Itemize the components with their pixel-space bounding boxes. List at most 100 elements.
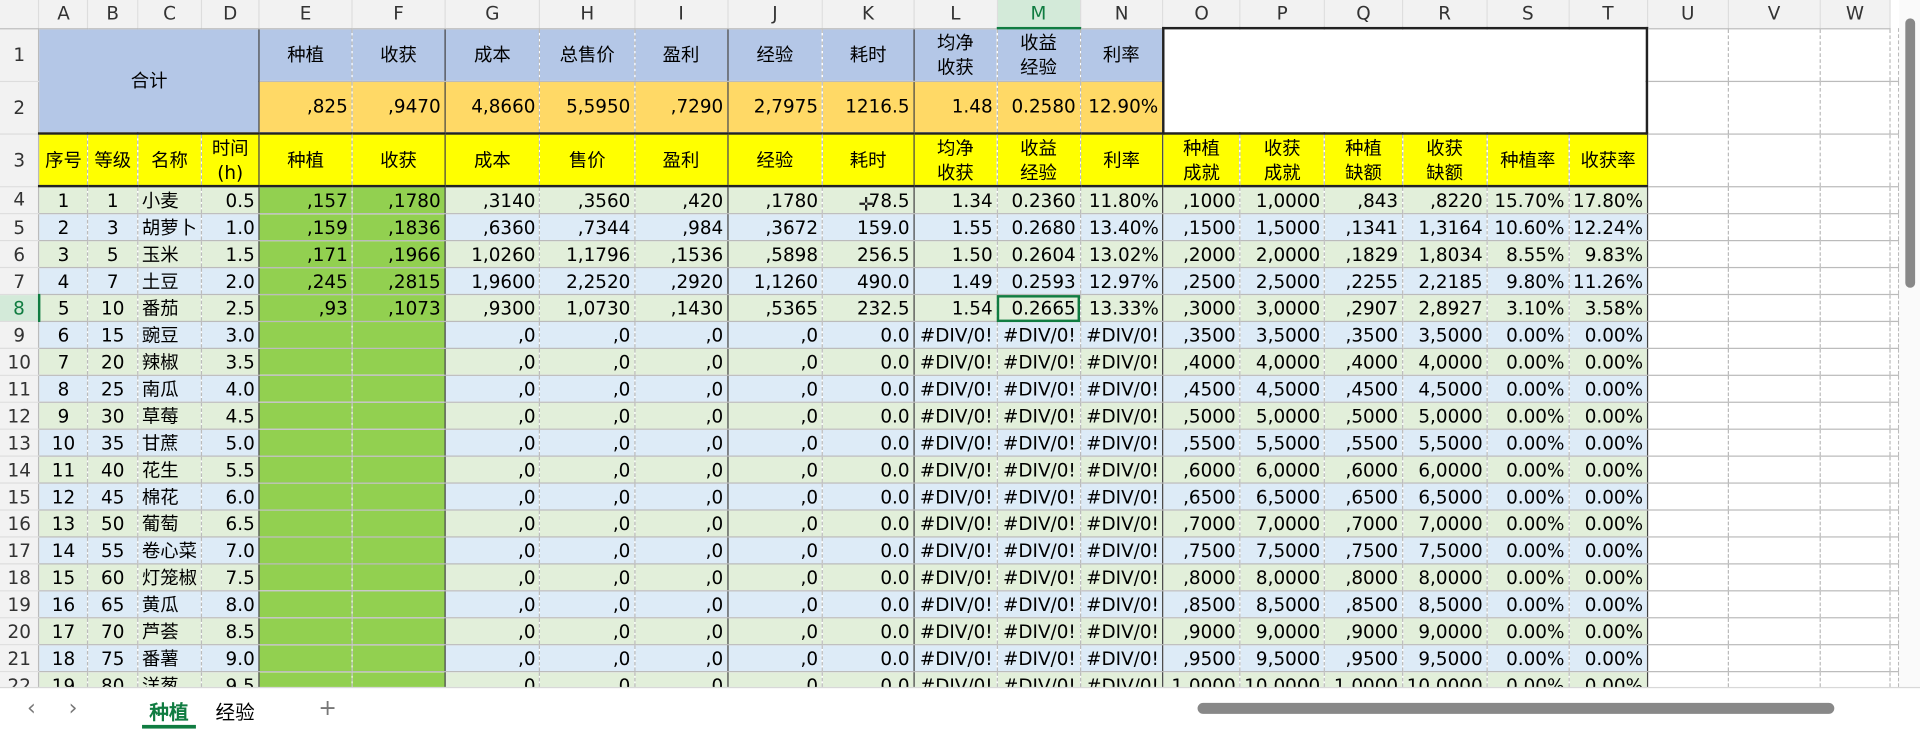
cell-T13[interactable]: 0.00%: [1568, 429, 1648, 457]
summary-value-8[interactable]: 0.2580: [996, 80, 1081, 135]
cell-L11[interactable]: #DIV/0!: [913, 375, 998, 403]
cell-K9[interactable]: 0.0: [822, 321, 915, 349]
cell-S6[interactable]: 8.55%: [1486, 240, 1570, 269]
cell-L8[interactable]: 1.54: [913, 294, 998, 323]
cell-H17[interactable]: ,0: [539, 536, 636, 565]
empty-cell[interactable]: [1820, 28, 1891, 82]
cell-N22[interactable]: #DIV/0!: [1080, 671, 1164, 687]
empty-cell[interactable]: [1728, 563, 1821, 592]
row-header-1[interactable]: 1: [0, 28, 40, 82]
empty-cell[interactable]: [1890, 133, 1900, 187]
empty-cell[interactable]: [1728, 644, 1821, 673]
cell-H6[interactable]: 1,1796: [539, 240, 636, 269]
empty-cell[interactable]: [1647, 375, 1729, 403]
empty-cell[interactable]: [1647, 213, 1729, 242]
next-sheet-icon[interactable]: ›: [69, 696, 78, 722]
cell-Q17[interactable]: ,7500: [1324, 536, 1404, 565]
cell-T15[interactable]: 0.00%: [1568, 483, 1648, 511]
cell-T11[interactable]: 0.00%: [1568, 375, 1648, 403]
cell-S14[interactable]: 0.00%: [1486, 456, 1570, 484]
cell-E12[interactable]: [259, 402, 353, 430]
row-header[interactable]: 4: [0, 186, 40, 215]
cell-R6[interactable]: 1,8034: [1402, 240, 1488, 269]
cell-O6[interactable]: ,2000: [1163, 240, 1241, 269]
header-cell-5[interactable]: 收获: [352, 133, 446, 188]
cell-A21[interactable]: 18: [39, 644, 89, 673]
cell-A19[interactable]: 16: [39, 590, 89, 619]
select-all-corner[interactable]: [0, 0, 40, 29]
cell-K18[interactable]: 0.0: [822, 563, 915, 592]
cell-F5[interactable]: ,1836: [352, 213, 446, 242]
empty-cell[interactable]: [1728, 294, 1821, 323]
cell-K11[interactable]: 0.0: [822, 375, 915, 403]
empty-cell[interactable]: [1890, 429, 1900, 457]
header-cell-16[interactable]: 种植 缺额: [1324, 133, 1404, 188]
cell-S8[interactable]: 3.10%: [1486, 294, 1570, 323]
cell-O10[interactable]: ,4000: [1163, 348, 1241, 376]
empty-cell[interactable]: [1890, 80, 1900, 135]
cell-A8[interactable]: 5: [39, 294, 89, 323]
row-header[interactable]: 14: [0, 456, 40, 484]
cell-Q18[interactable]: ,8000: [1324, 563, 1404, 592]
empty-cell[interactable]: [1647, 186, 1729, 215]
cell-T8[interactable]: 3.58%: [1568, 294, 1648, 323]
empty-cell[interactable]: [1647, 28, 1729, 82]
cell-T16[interactable]: 0.00%: [1568, 510, 1648, 538]
empty-cell[interactable]: [1728, 348, 1821, 376]
cell-E18[interactable]: [259, 563, 353, 592]
cell-Q8[interactable]: ,2907: [1324, 294, 1404, 323]
empty-cell[interactable]: [1647, 671, 1729, 687]
cell-F15[interactable]: [352, 483, 446, 511]
cell-G7[interactable]: 1,9600: [444, 267, 541, 296]
cell-N4[interactable]: 11.80%: [1080, 186, 1164, 215]
empty-cell[interactable]: [1820, 186, 1891, 215]
summary-header-4[interactable]: 盈利: [634, 28, 729, 82]
column-header-Q[interactable]: Q: [1324, 0, 1404, 29]
cell-B18[interactable]: 60: [87, 563, 139, 592]
cell-I14[interactable]: ,0: [634, 456, 729, 484]
empty-cell[interactable]: [1820, 671, 1891, 687]
column-header-G[interactable]: G: [444, 0, 541, 29]
cell-T10[interactable]: 0.00%: [1568, 348, 1648, 376]
cell-G22[interactable]: ,0: [444, 671, 541, 687]
cell-I6[interactable]: ,1536: [634, 240, 729, 269]
empty-cell[interactable]: [1647, 536, 1729, 565]
cell-L7[interactable]: 1.49: [913, 267, 998, 296]
cell-L6[interactable]: 1.50: [913, 240, 998, 269]
cell-P16[interactable]: 7,0000: [1239, 510, 1326, 538]
row-header[interactable]: 9: [0, 321, 40, 349]
cell-K21[interactable]: 0.0: [822, 644, 915, 673]
cell-J10[interactable]: ,0: [727, 348, 823, 376]
cell-R7[interactable]: 2,2185: [1402, 267, 1488, 296]
cell-C9[interactable]: 豌豆: [137, 321, 202, 349]
cell-D8[interactable]: 2.5: [201, 294, 260, 323]
cell-M20[interactable]: #DIV/0!: [996, 617, 1081, 646]
cell-S7[interactable]: 9.80%: [1486, 267, 1570, 296]
cell-E15[interactable]: [259, 483, 353, 511]
column-header-S[interactable]: S: [1486, 0, 1570, 29]
cell-J11[interactable]: ,0: [727, 375, 823, 403]
row-header[interactable]: 13: [0, 429, 40, 457]
column-header-B[interactable]: B: [87, 0, 139, 29]
empty-cell[interactable]: [1890, 536, 1900, 565]
cell-I13[interactable]: ,0: [634, 429, 729, 457]
cell-S10[interactable]: 0.00%: [1486, 348, 1570, 376]
cell-D18[interactable]: 7.5: [201, 563, 260, 592]
cell-G12[interactable]: ,0: [444, 402, 541, 430]
cell-F22[interactable]: [352, 671, 446, 687]
cell-F19[interactable]: [352, 590, 446, 619]
cell-N13[interactable]: #DIV/0!: [1080, 429, 1164, 457]
empty-cell[interactable]: [1890, 590, 1900, 619]
cell-D20[interactable]: 8.5: [201, 617, 260, 646]
empty-cell[interactable]: [1820, 617, 1891, 646]
column-header-N[interactable]: N: [1080, 0, 1164, 29]
cell-D7[interactable]: 2.0: [201, 267, 260, 296]
cell-F9[interactable]: [352, 321, 446, 349]
cell-M12[interactable]: #DIV/0!: [996, 402, 1081, 430]
empty-cell[interactable]: [1728, 671, 1821, 687]
empty-cell[interactable]: [1647, 510, 1729, 538]
cell-H4[interactable]: ,3560: [539, 186, 636, 215]
empty-cell[interactable]: [1890, 510, 1900, 538]
empty-cell[interactable]: [1647, 240, 1729, 269]
cell-S9[interactable]: 0.00%: [1486, 321, 1570, 349]
